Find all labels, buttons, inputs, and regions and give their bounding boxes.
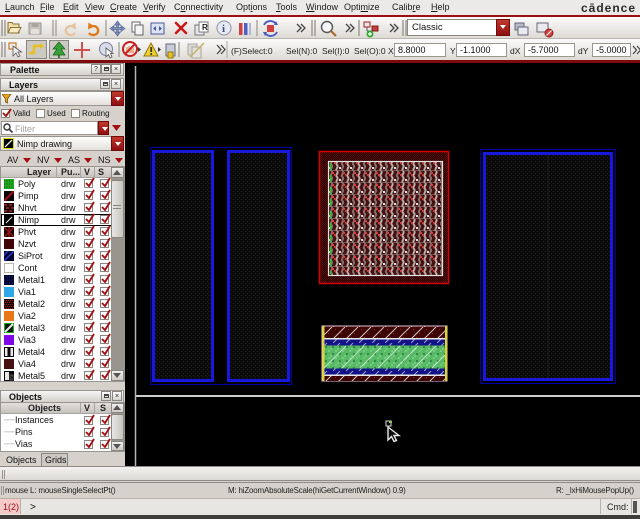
svg-text:i: i [222, 23, 225, 35]
svg-text:R: R [202, 23, 208, 32]
